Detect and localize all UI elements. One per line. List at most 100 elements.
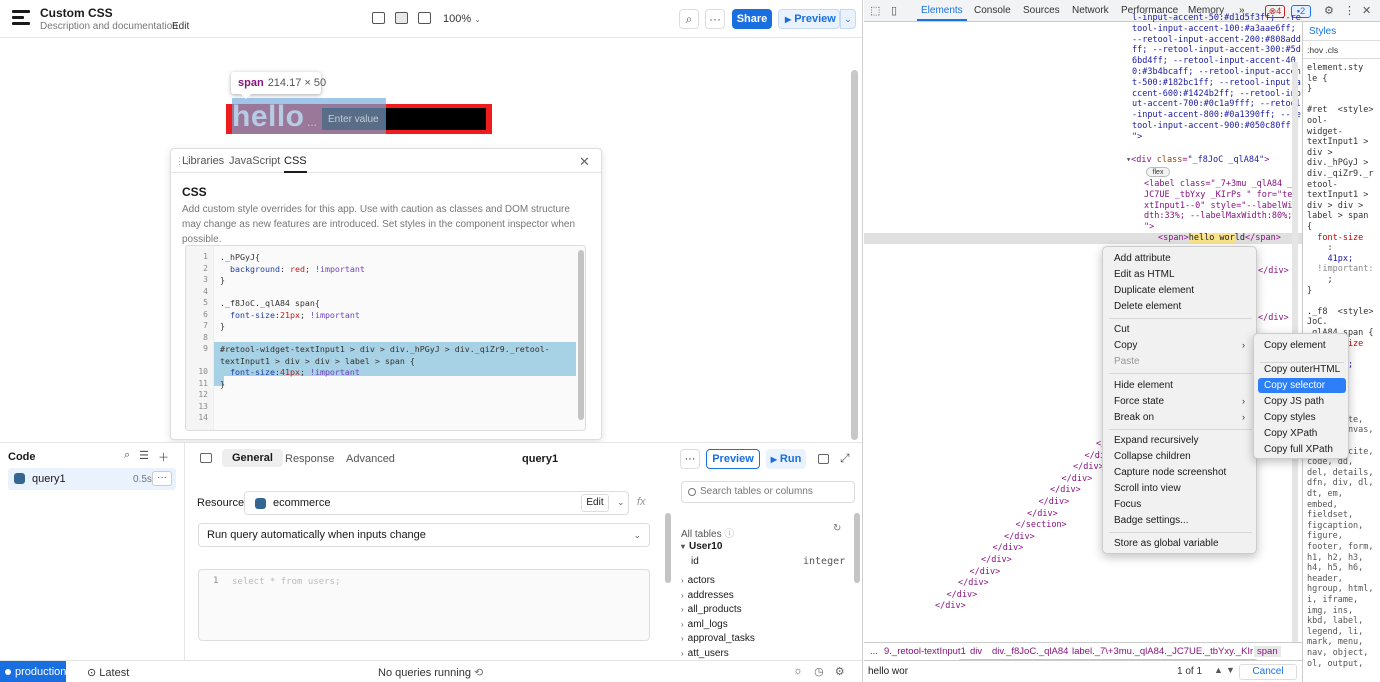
css-code-editor[interactable]: 1 2 3 4 5 6 7 8 9 10 11 12 13 14 ._hPGyJ{ background:… — [185, 245, 586, 431]
breadcrumb-item[interactable]: label._7\+3mu._qlA84._JC7UE._tbYxy._KIrP… — [1072, 646, 1267, 657]
sql-editor[interactable]: 1 select * from users; — [198, 569, 650, 641]
tab-advanced[interactable]: Advanced — [346, 453, 395, 465]
menu-item-copy-selector[interactable]: Copy selector — [1264, 380, 1325, 391]
sidebar-toggle-icon[interactable] — [200, 453, 212, 463]
menu-item-capture-screenshot[interactable]: Capture node screenshot — [1114, 467, 1226, 478]
table-item[interactable]: › addresses — [681, 590, 734, 601]
tab-general[interactable]: General — [222, 449, 283, 467]
menu-item-hide-element[interactable]: Hide element — [1114, 380, 1173, 391]
preview-dropdown-button[interactable]: ⌄ — [840, 9, 856, 29]
zoom-select[interactable]: 100% ⌄ — [443, 13, 481, 25]
bottom-panel-toggle-icon[interactable] — [395, 12, 408, 24]
menu-item-focus[interactable]: Focus — [1114, 499, 1141, 510]
tab-javascript[interactable]: JavaScript — [229, 155, 280, 167]
resource-select[interactable]: ecommerce Edit ⌄ — [244, 491, 629, 515]
tab-styles[interactable]: Styles — [1309, 26, 1336, 37]
menu-item-collapse-children[interactable]: Collapse children — [1114, 451, 1191, 462]
query-scrollbar[interactable] — [665, 513, 671, 583]
app-title[interactable]: Custom CSS — [40, 6, 113, 20]
menu-item-scroll-into-view[interactable]: Scroll into view — [1114, 483, 1181, 494]
table-item[interactable]: › approval_tasks — [681, 633, 755, 644]
tab-response[interactable]: Response — [285, 453, 335, 465]
right-panel-toggle-icon[interactable] — [418, 12, 431, 24]
menu-item-copy-xpath[interactable]: Copy XPath — [1264, 428, 1317, 439]
tab-css[interactable]: CSS — [284, 155, 307, 173]
menu-item-delete-element[interactable]: Delete element — [1114, 301, 1181, 312]
menu-item-copy[interactable]: Copy — [1114, 340, 1137, 351]
refresh-icon[interactable]: ↻ — [833, 523, 841, 534]
resource-edit-button[interactable]: Edit — [581, 494, 609, 512]
dom-node-span[interactable]: <span>hello world</span> — [1158, 233, 1281, 243]
fx-icon[interactable]: fx — [637, 496, 646, 508]
close-icon[interactable]: ✕ — [1362, 4, 1371, 17]
add-icon[interactable]: ＋ — [158, 449, 169, 465]
query-more-button[interactable]: ··· — [680, 449, 700, 469]
settings-icon[interactable]: ⚙ — [835, 665, 845, 678]
table-item[interactable]: › att_users — [681, 648, 729, 659]
menu-item-copy-outerhtml[interactable]: Copy outerHTML — [1264, 364, 1340, 375]
table-item[interactable]: › actors — [681, 575, 715, 586]
search-button[interactable]: ⌕ — [679, 9, 699, 29]
column-item[interactable]: id — [691, 556, 699, 567]
menu-item-edit-as-html[interactable]: Edit as HTML — [1114, 269, 1175, 280]
filter-icon[interactable]: ☰ — [139, 449, 149, 465]
schema-search-input[interactable]: Search tables or columns — [681, 481, 855, 503]
edit-description-link[interactable]: Edit — [172, 21, 189, 32]
menu-item-copy-element[interactable]: Copy element — [1264, 340, 1326, 351]
menu-item-add-attribute[interactable]: Add attribute — [1114, 253, 1171, 264]
inspect-element-icon[interactable]: ⬚ — [870, 4, 880, 17]
breadcrumb-item[interactable]: div._f8JoC._qlA84 — [992, 646, 1068, 657]
split-view-icon[interactable] — [818, 454, 829, 464]
menu-item-copy-js-path[interactable]: Copy JS path — [1264, 396, 1324, 407]
retool-logo-icon[interactable] — [12, 10, 30, 26]
device-toolbar-icon[interactable]: ▯ — [891, 4, 897, 17]
breadcrumb-item-current[interactable]: span — [1254, 646, 1281, 657]
menu-item-cut[interactable]: Cut — [1114, 324, 1130, 335]
find-prev-icon[interactable]: ▲ — [1214, 665, 1223, 675]
tab-elements[interactable]: Elements — [917, 5, 967, 21]
query-more-button[interactable]: ··· — [152, 471, 172, 486]
kebab-menu-icon[interactable]: ⋮ — [1344, 4, 1355, 17]
find-cancel-button[interactable]: Cancel — [1239, 664, 1297, 680]
menu-item-break-on[interactable]: Break on — [1114, 412, 1154, 423]
tab-network[interactable]: Network — [1072, 5, 1109, 16]
share-button[interactable]: Share — [732, 9, 772, 29]
menu-item-duplicate-element[interactable]: Duplicate element — [1114, 285, 1194, 296]
find-next-icon[interactable]: ▼ — [1226, 665, 1235, 675]
breadcrumb-item[interactable]: 9._retool-textInput1 — [884, 646, 966, 657]
table-item[interactable]: › all_products — [681, 604, 742, 615]
environment-badge[interactable]: production — [0, 661, 66, 682]
run-query-button[interactable]: ▶ Run — [766, 449, 806, 469]
version-select[interactable]: ⊙ Latest — [87, 666, 129, 679]
breadcrumb-more[interactable]: ... — [870, 646, 878, 657]
tab-console[interactable]: Console — [974, 5, 1011, 16]
breadcrumb-item[interactable]: div — [970, 646, 982, 657]
editor-scrollbar[interactable] — [578, 250, 584, 420]
query-preview-button[interactable]: Preview — [706, 449, 760, 469]
trigger-select[interactable]: Run query automatically when inputs chan… — [198, 523, 650, 547]
table-item-expanded[interactable]: ▾ User10 — [681, 541, 722, 552]
menu-item-badge-settings[interactable]: Badge settings... — [1114, 515, 1189, 526]
menu-item-force-state[interactable]: Force state — [1114, 396, 1164, 407]
settings-icon[interactable]: ⚙ — [1324, 4, 1334, 17]
tab-sources[interactable]: Sources — [1023, 5, 1060, 16]
table-item[interactable]: › aml_logs — [681, 619, 728, 630]
preview-button[interactable]: ▶ Preview — [778, 9, 840, 29]
canvas-scrollbar[interactable] — [851, 70, 858, 440]
close-icon[interactable]: ✕ — [579, 154, 590, 170]
menu-item-copy-full-xpath[interactable]: Copy full XPath — [1264, 444, 1333, 455]
more-button[interactable]: ··· — [705, 9, 725, 29]
text-input-field[interactable]: Enter value — [322, 110, 384, 130]
debug-icon[interactable]: ☼ — [793, 665, 803, 678]
search-icon[interactable]: ⌕ — [124, 449, 130, 465]
flex-badge[interactable]: flex — [1146, 167, 1170, 177]
dom-node-label-line[interactable]: <label class="_7+3mu _qlA84 _ — [1144, 179, 1292, 189]
schema-scrollbar[interactable] — [854, 513, 860, 583]
styles-filter[interactable]: :hov .cls — [1307, 45, 1380, 55]
left-panel-toggle-icon[interactable] — [372, 12, 385, 24]
menu-item-store-global[interactable]: Store as global variable — [1114, 538, 1219, 549]
history-icon[interactable]: ◷ — [814, 665, 824, 678]
query-list-item[interactable]: query1 0.5s ··· — [8, 468, 176, 490]
query-title[interactable]: query1 — [522, 453, 558, 465]
tab-libraries[interactable]: Libraries — [182, 155, 224, 167]
